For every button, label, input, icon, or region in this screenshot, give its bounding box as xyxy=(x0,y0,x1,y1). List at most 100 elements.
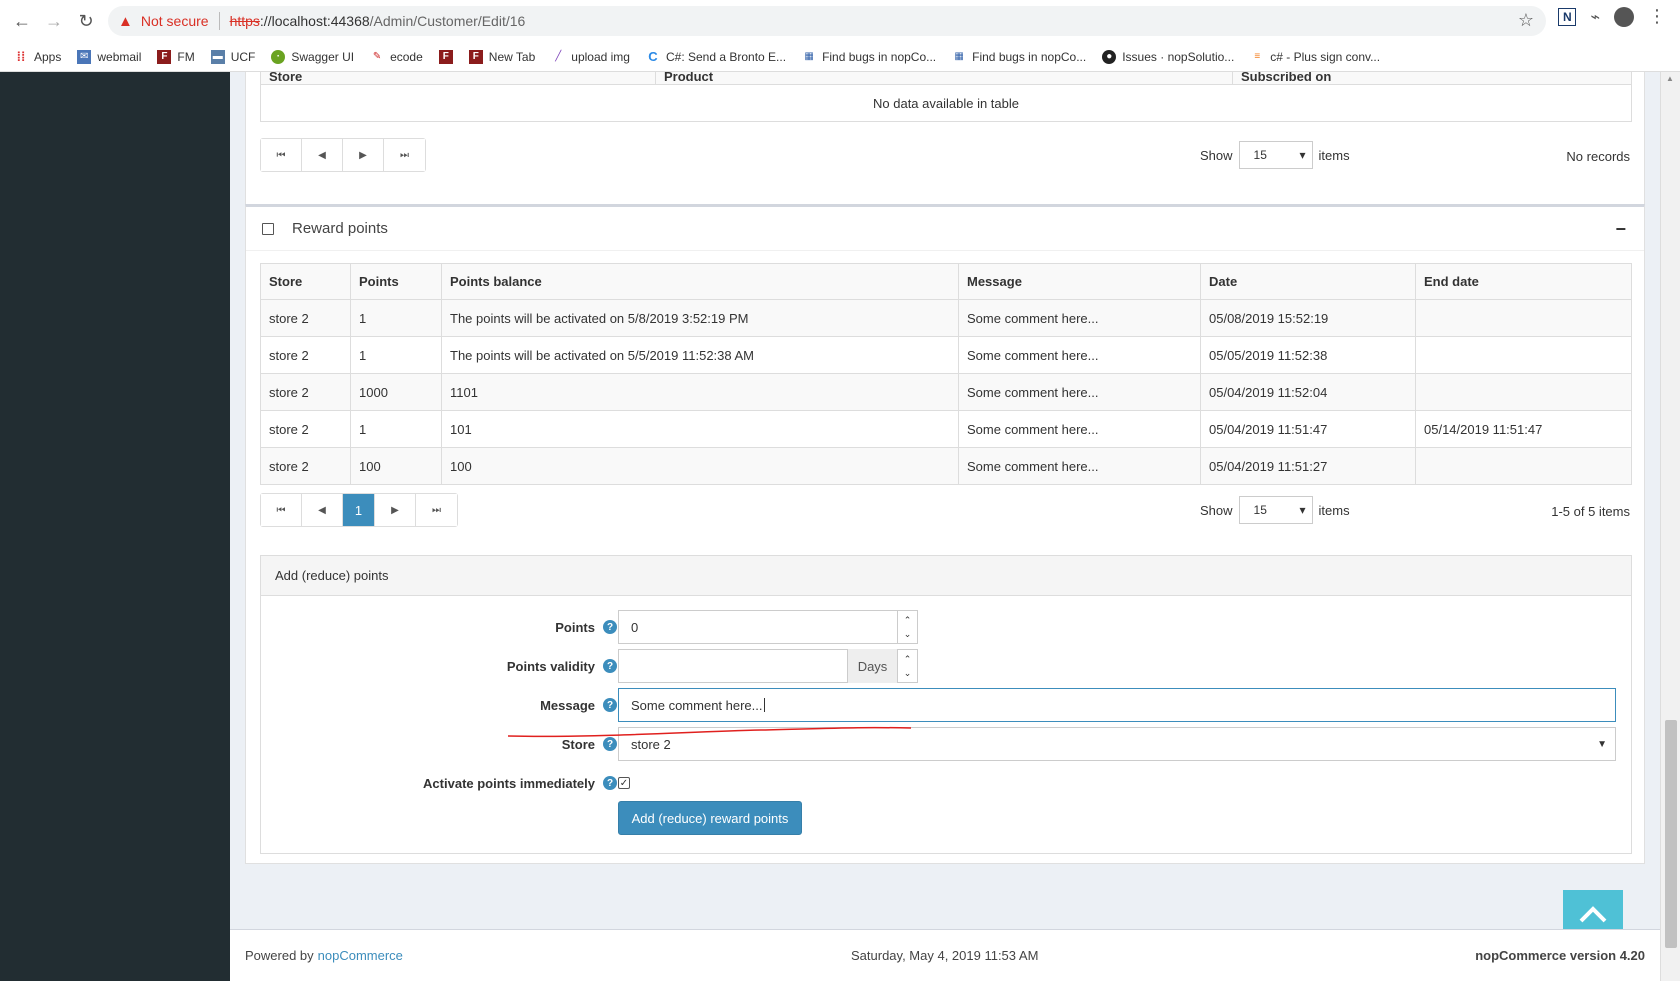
table-row: store 2 1 101 Some comment here... 05/04… xyxy=(260,410,1632,448)
chevron-up-icon[interactable]: ⌃ xyxy=(904,613,912,627)
address-bar[interactable]: ▲ Not secure https ://localhost:44368 /A… xyxy=(108,6,1546,36)
validity-stepper[interactable]: ⌃ ⌄ xyxy=(897,649,917,683)
last-page-icon[interactable]: ⏭ xyxy=(416,494,457,526)
bookmark-label: Find bugs in nopCo... xyxy=(972,49,1087,64)
column-header-message[interactable]: Message xyxy=(958,263,1201,300)
bookmark-fm[interactable]: F FM xyxy=(157,49,195,64)
notion-extension-icon[interactable]: N xyxy=(1558,7,1577,26)
chevron-down-icon[interactable]: ⌄ xyxy=(904,666,912,680)
extension-icon[interactable]: ⌁ xyxy=(1590,7,1600,27)
bookmark-ecode[interactable]: ✎ ecode xyxy=(370,50,423,64)
prev-page-icon[interactable]: ◀ xyxy=(302,494,343,526)
powered-by-text: Powered by xyxy=(245,948,314,963)
bookmark-ucf[interactable]: ▬ UCF xyxy=(210,49,255,64)
cell-store: store 2 xyxy=(260,299,351,337)
profile-avatar-icon[interactable] xyxy=(1614,6,1634,27)
panel-title: Reward points xyxy=(292,220,388,237)
bookmark-findbugs-1[interactable]: ▦ Find bugs in nopCo... xyxy=(802,50,936,64)
bookmark-label: New Tab xyxy=(488,49,536,64)
message-input[interactable]: Some comment here... xyxy=(618,688,1616,722)
add-reward-points-button[interactable]: Add (reduce) reward points xyxy=(618,801,802,835)
column-header-points[interactable]: Points xyxy=(350,263,442,300)
bookmark-apps[interactable]: ⁞⁞ Apps xyxy=(14,49,62,64)
page-button-current[interactable]: 1 xyxy=(343,494,375,526)
bookmark-findbugs-2[interactable]: ▦ Find bugs in nopCo... xyxy=(952,50,1086,64)
scroll-up-icon[interactable]: ▲ xyxy=(1666,74,1674,83)
menu-dots-icon[interactable]: ⋮ xyxy=(1648,6,1666,27)
grid-icon: ▦ xyxy=(804,51,814,62)
cell-end-date xyxy=(1415,447,1632,485)
bookmark-bronto[interactable]: C C#: Send a Bronto E... xyxy=(646,49,786,64)
activate-label: Activate points immediately? xyxy=(423,776,617,791)
column-header-product[interactable]: Product xyxy=(655,72,1233,85)
points-stepper[interactable]: ⌃ ⌄ xyxy=(897,610,917,644)
column-header-date[interactable]: Date xyxy=(1200,263,1416,300)
last-page-icon[interactable]: ⏭ xyxy=(384,139,425,171)
page-scrollbar[interactable]: ▲ xyxy=(1660,72,1680,981)
prev-page-icon[interactable]: ◀ xyxy=(302,139,343,171)
column-header-store[interactable]: Store xyxy=(260,263,351,300)
cell-message: Some comment here... xyxy=(958,299,1201,337)
points-validity-input[interactable]: Days ⌃ ⌄ xyxy=(618,649,918,683)
points-row: Points? 0 ⌃ ⌄ xyxy=(261,610,1631,644)
column-header-store[interactable]: Store xyxy=(260,72,656,85)
reload-icon[interactable]: ↻ xyxy=(72,7,100,35)
forward-arrow-icon[interactable]: → xyxy=(40,7,68,35)
help-icon[interactable]: ? xyxy=(603,620,617,634)
bookmark-issues[interactable]: ● Issues · nopSolutio... xyxy=(1102,49,1234,64)
page-size-select[interactable]: 15 ▾ xyxy=(1238,141,1313,169)
footer-version: nopCommerce version 4.20 xyxy=(1475,948,1645,963)
collapse-icon[interactable]: − xyxy=(1615,219,1626,240)
store-select[interactable]: store 2 ▼ xyxy=(618,727,1616,761)
activate-checkbox[interactable]: ✓ xyxy=(618,777,630,789)
scrollbar-thumb[interactable] xyxy=(1665,720,1677,948)
help-icon[interactable]: ? xyxy=(603,737,617,751)
caret-down-icon: ▾ xyxy=(1299,148,1306,162)
page-size-select[interactable]: 15 ▾ xyxy=(1238,496,1313,524)
bookmark-fm-2[interactable]: F xyxy=(438,49,459,64)
reward-points-header[interactable]: Reward points − xyxy=(246,207,1644,251)
cell-date: 05/05/2019 11:52:38 xyxy=(1200,336,1416,374)
points-validity-row: Points validity? Days ⌃ ⌄ xyxy=(261,649,1631,683)
back-arrow-icon[interactable]: ← xyxy=(8,7,36,35)
cell-points-balance: The points will be activated on 5/5/2019… xyxy=(441,336,959,374)
checkmark-icon: ✓ xyxy=(619,777,629,789)
message-label: Message? xyxy=(540,698,617,713)
c-icon: C xyxy=(648,49,658,64)
cell-end-date xyxy=(1415,299,1632,337)
column-header-end-date[interactable]: End date xyxy=(1415,263,1632,300)
admin-sidebar xyxy=(0,72,230,981)
first-page-icon[interactable]: ⏮ xyxy=(261,494,302,526)
chevron-up-icon[interactable]: ⌃ xyxy=(904,652,912,666)
help-icon[interactable]: ? xyxy=(603,698,617,712)
chevron-down-icon[interactable]: ⌄ xyxy=(904,627,912,641)
days-addon: Days xyxy=(847,649,897,683)
warning-icon: ▲ xyxy=(118,12,133,30)
grid-icon: ▦ xyxy=(954,51,964,62)
bookmark-swagger[interactable]: · Swagger UI xyxy=(271,49,354,64)
help-icon[interactable]: ? xyxy=(603,659,617,673)
next-page-icon[interactable]: ▶ xyxy=(375,494,416,526)
bookmark-label: webmail xyxy=(97,49,142,64)
subscriptions-pager: ⏮ ◀ ▶ ⏭ xyxy=(260,138,426,172)
first-page-icon[interactable]: ⏮ xyxy=(261,139,302,171)
bookmark-stackoverflow[interactable]: ≡ c# - Plus sign conv... xyxy=(1250,50,1380,64)
stackoverflow-icon: ≡ xyxy=(1254,51,1261,62)
bookmark-star-icon[interactable]: ☆ xyxy=(1518,10,1534,31)
help-icon[interactable]: ? xyxy=(603,776,617,790)
bookmark-new-tab[interactable]: F New Tab xyxy=(468,49,536,64)
browser-toolbar: ← → ↻ ▲ Not secure https ://localhost:44… xyxy=(0,0,1680,42)
page-size-value: 15 xyxy=(1253,503,1267,517)
table-row: store 2 1 The points will be activated o… xyxy=(260,336,1632,374)
points-input[interactable]: 0 ⌃ ⌄ xyxy=(618,610,918,644)
nopcommerce-link[interactable]: nopCommerce xyxy=(318,948,403,963)
bookmark-upload[interactable]: ╱ upload img xyxy=(551,50,630,64)
items-label: items xyxy=(1318,502,1350,518)
next-page-icon[interactable]: ▶ xyxy=(343,139,384,171)
bookmark-label: c# - Plus sign conv... xyxy=(1270,49,1381,64)
column-header-points-balance[interactable]: Points balance xyxy=(441,263,959,300)
cell-message: Some comment here... xyxy=(958,410,1201,448)
bookmark-webmail[interactable]: ✉ webmail xyxy=(77,49,142,64)
column-header-subscribed-on[interactable]: Subscribed on xyxy=(1232,72,1632,85)
cell-points-balance: 101 xyxy=(441,410,959,448)
